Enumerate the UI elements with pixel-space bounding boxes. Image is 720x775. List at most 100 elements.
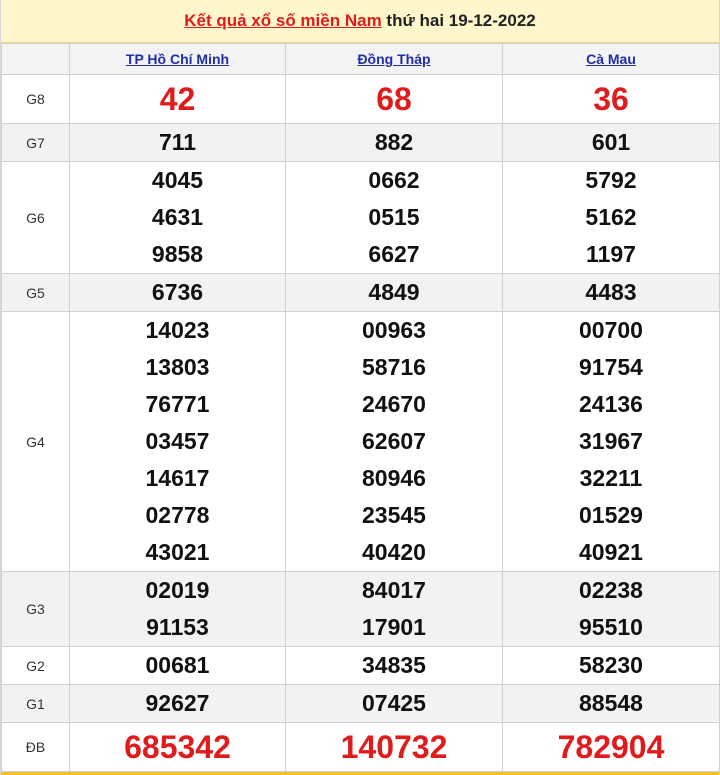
result-number: 36 [593,81,629,117]
prize-label: G4 [1,311,70,572]
result-number: 601 [591,129,631,155]
prize-cell: 4045 4631 9858 [69,161,286,274]
province-link-dong-thap[interactable]: Đồng Tháp [357,51,430,67]
prize-cell: 84017 17901 [285,571,503,647]
result-number: 02019 [145,577,210,603]
result-number: 0515 [368,204,420,230]
result-number: 00681 [145,652,210,678]
result-number: 76771 [145,391,210,417]
empty-corner [1,43,70,75]
prize-cell: 58230 [502,646,720,685]
result-number: 34835 [362,652,426,678]
prize-row-g6: G6 4045 4631 9858 0662 0515 6627 5792 5162 1197 [1,161,720,274]
result-number: 68 [376,81,412,117]
result-number: 95510 [579,614,643,640]
result-number: 782904 [557,729,665,765]
result-number: 00700 [579,317,643,343]
prize-row-g5: G5 6736 4849 4483 [1,273,720,312]
prize-row-g3: G3 02019 91153 84017 17901 02238 95510 [1,571,720,647]
result-number: 6736 [151,279,204,305]
prize-cell: 88548 [502,684,720,723]
province-link-ca-mau[interactable]: Cà Mau [586,51,636,67]
prize-label: G8 [1,74,70,124]
prize-cell: 00681 [69,646,286,685]
result-number: 24670 [362,391,426,417]
prize-row-đb: ĐB 685342 140732 782904 [1,722,720,772]
result-number: 62607 [362,428,426,454]
prize-label: G1 [1,684,70,723]
result-number: 4631 [151,204,204,230]
prize-cell: 4849 [285,273,503,312]
draw-date: thứ hai 19-12-2022 [381,11,536,30]
result-number: 5162 [585,204,637,230]
result-number: 13803 [145,354,210,380]
prize-row-g1: G1 92627 07425 88548 [1,684,720,723]
prize-cell: 4483 [502,273,720,312]
result-number: 01529 [579,502,643,528]
prize-cell: 140732 [285,722,503,772]
result-number: 02778 [145,502,210,528]
province-header-row: TP Hồ Chí Minh Đồng Tháp Cà Mau [1,43,720,75]
prize-row-g8: G8 42 68 36 [1,74,720,124]
result-number: 31967 [579,428,643,454]
result-number: 14617 [145,465,210,491]
result-number: 685342 [124,729,231,765]
result-number: 24136 [579,391,643,417]
region-link[interactable]: Kết quả xổ số miền Nam [184,11,381,30]
result-number: 58716 [362,354,426,380]
result-number: 4045 [151,167,204,193]
result-number: 23545 [362,502,426,528]
prize-cell: 42 [69,74,286,124]
results-title: Kết quả xổ số miền Nam thứ hai 19-12-202… [1,0,719,43]
result-number: 91754 [579,354,643,380]
results-panel: Kết quả xổ số miền Nam thứ hai 19-12-202… [0,0,720,775]
results-table: TP Hồ Chí Minh Đồng Tháp Cà Mau G8 42 68 36… [1,43,720,772]
result-number: 4849 [368,279,420,305]
result-number: 140732 [340,729,448,765]
prize-row-g2: G2 00681 34835 58230 [1,646,720,685]
prize-cell: 02019 91153 [69,571,286,647]
result-number: 91153 [146,614,209,640]
result-number: 1197 [586,241,636,267]
result-number: 00963 [362,317,426,343]
result-number: 9858 [151,241,204,267]
prize-cell: 882 [285,123,503,162]
prize-cell: 0662 0515 6627 [285,161,503,274]
result-number: 14023 [145,317,210,343]
prize-label: G2 [1,646,70,685]
prize-label: ĐB [1,722,70,772]
result-number: 88548 [579,690,643,716]
result-number: 40921 [579,539,643,565]
prize-row-g4: G4 14023 13803 76771 03457 14617 02778 43021 009… [1,311,720,572]
result-number: 43021 [145,539,210,565]
result-number: 882 [374,129,414,155]
result-number: 711 [158,129,197,155]
result-number: 5792 [585,167,637,193]
result-number: 92627 [145,690,210,716]
province-link-hcm[interactable]: TP Hồ Chí Minh [126,51,229,67]
result-number: 03457 [145,428,210,454]
prize-label: G3 [1,571,70,647]
prize-cell: 711 [69,123,286,162]
prize-cell: 6736 [69,273,286,312]
prize-cell: 00700 91754 24136 31967 32211 01529 40921 [502,311,720,572]
prize-cell: 5792 5162 1197 [502,161,720,274]
result-number: 02238 [579,577,643,603]
result-number: 17901 [362,614,426,640]
prize-cell: 34835 [285,646,503,685]
prize-cell: 782904 [502,722,720,772]
prize-cell: 14023 13803 76771 03457 14617 02778 43021 [69,311,286,572]
prize-cell: 68 [285,74,503,124]
prize-label: G5 [1,273,70,312]
prize-cell: 601 [502,123,720,162]
result-number: 4483 [585,279,637,305]
prize-cell: 07425 [285,684,503,723]
result-number: 0662 [368,167,420,193]
result-number: 6627 [368,241,420,267]
prize-cell: 685342 [69,722,286,772]
result-number: 32211 [579,465,643,491]
prize-label: G6 [1,161,70,274]
result-number: 58230 [579,652,643,678]
prize-rows: G8 42 68 36 G7 711 882 601 G6 4045 4631 9858 0662 051… [1,74,720,772]
result-number: 42 [159,81,196,117]
